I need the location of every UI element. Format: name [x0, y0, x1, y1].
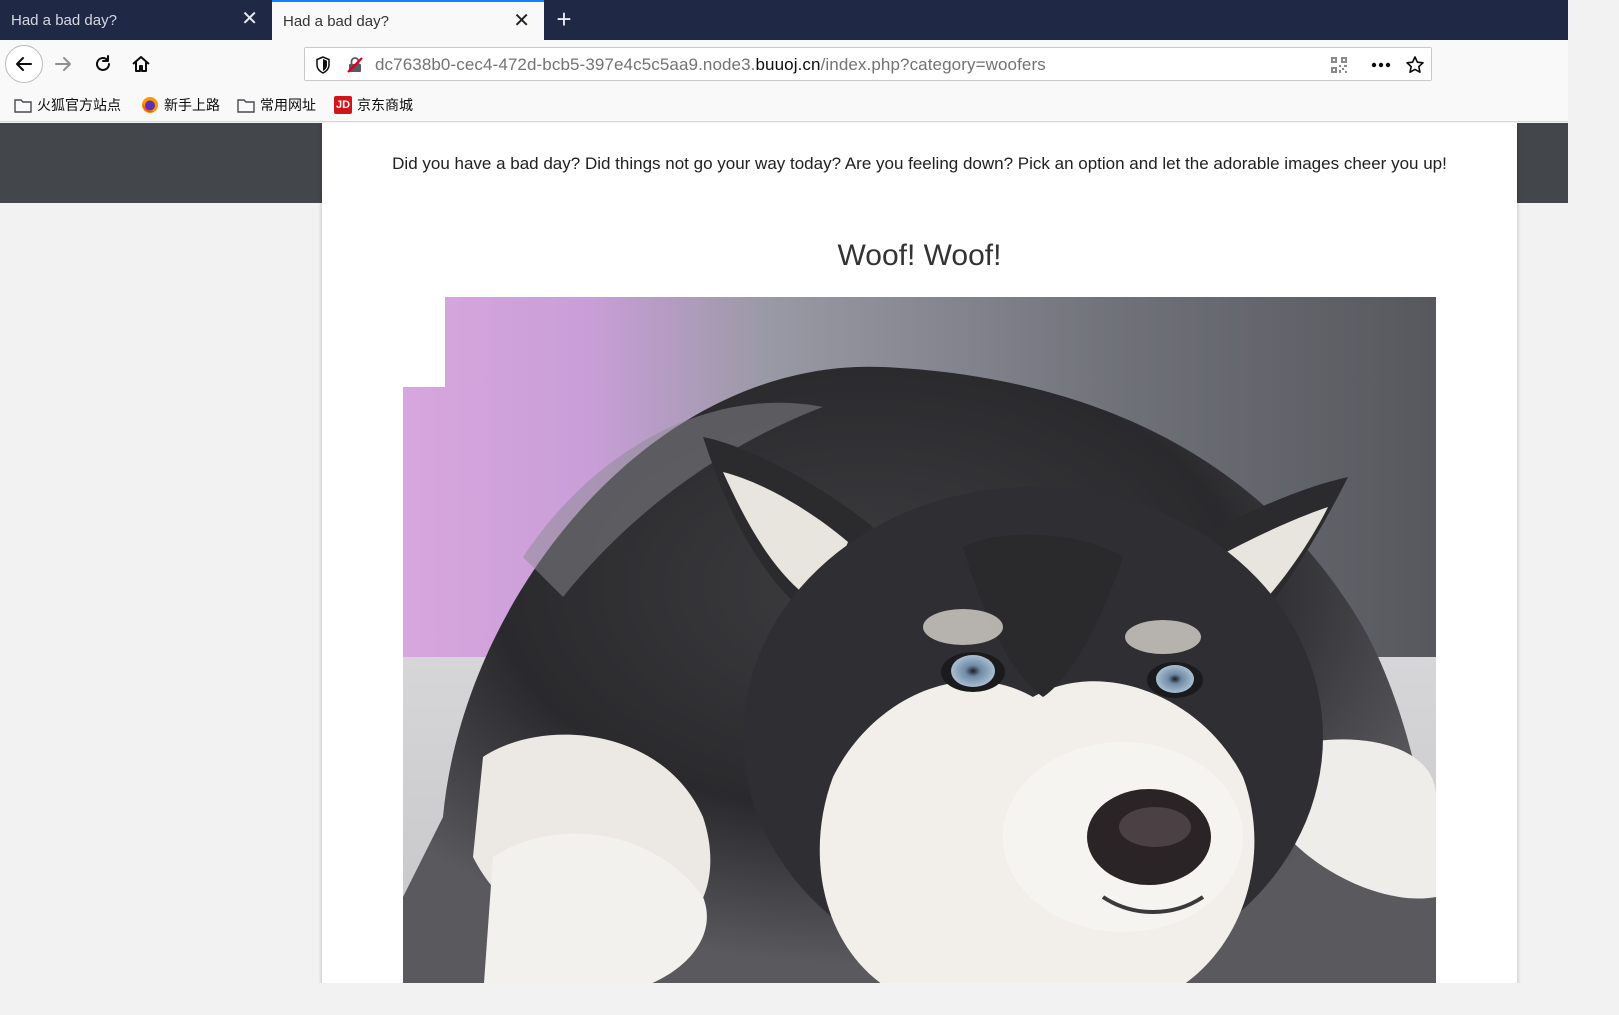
navigation-bar: dc7638b0-cec4-472d-bcb5-397e4c5c5aa9.nod…: [0, 40, 1568, 88]
husky-dog-photo: [403, 297, 1436, 983]
tab-title: Had a bad day?: [11, 11, 117, 29]
bookmark-label: 新手上路: [164, 97, 220, 113]
address-bar[interactable]: dc7638b0-cec4-472d-bcb5-397e4c5c5aa9.nod…: [304, 47, 1432, 81]
bookmark-label: 京东商城: [357, 97, 413, 113]
bookmark-item[interactable]: JD 京东商城: [334, 95, 413, 115]
tab-active[interactable]: Had a bad day? ✕: [272, 0, 544, 40]
bookmark-item[interactable]: 新手上路: [141, 95, 220, 115]
bookmark-item[interactable]: 火狐官方站点: [14, 95, 121, 115]
bookmark-label: 火狐官方站点: [37, 97, 121, 113]
arrow-left-icon: [16, 57, 32, 71]
reload-button[interactable]: [92, 53, 114, 75]
tab-strip: Had a bad day? ✕ Had a bad day? ✕ +: [0, 0, 1568, 40]
bookmark-star-icon[interactable]: [1405, 55, 1425, 75]
folder-icon: [237, 96, 255, 114]
qr-code-icon[interactable]: [1329, 55, 1349, 75]
intro-text: Did you have a bad day? Did things not g…: [392, 154, 1447, 173]
page-heading: Woof! Woof!: [837, 239, 1002, 272]
forward-button[interactable]: [52, 53, 74, 75]
content-card: Did you have a bad day? Did things not g…: [322, 123, 1517, 983]
reload-icon: [96, 55, 110, 71]
tracking-protection-icon[interactable]: [313, 55, 333, 75]
bookmarks-toolbar: 火狐官方站点 新手上路 常用网址 JD 京东商城: [0, 88, 1568, 122]
firefox-icon: [141, 96, 159, 114]
insecure-connection-icon[interactable]: [345, 55, 365, 75]
new-tab-button[interactable]: +: [552, 3, 576, 37]
back-button[interactable]: [5, 45, 43, 83]
tab-inactive[interactable]: Had a bad day? ✕: [0, 0, 272, 40]
jd-icon: JD: [334, 96, 352, 114]
page-actions-menu-icon[interactable]: [1371, 55, 1391, 75]
url-text: dc7638b0-cec4-472d-bcb5-397e4c5c5aa9.nod…: [375, 55, 1046, 74]
tab-title: Had a bad day?: [283, 12, 389, 30]
folder-icon: [14, 96, 32, 114]
page-viewport: Did you have a bad day? Did things not g…: [0, 123, 1568, 983]
home-button[interactable]: [130, 53, 152, 75]
close-tab-icon[interactable]: ✕: [241, 9, 258, 29]
bookmark-item[interactable]: 常用网址: [237, 95, 316, 115]
home-icon: [132, 56, 150, 72]
bookmark-label: 常用网址: [260, 97, 316, 113]
arrow-right-icon: [55, 57, 71, 71]
close-tab-icon[interactable]: ✕: [513, 11, 530, 31]
url-host: buuoj.cn: [755, 55, 821, 74]
